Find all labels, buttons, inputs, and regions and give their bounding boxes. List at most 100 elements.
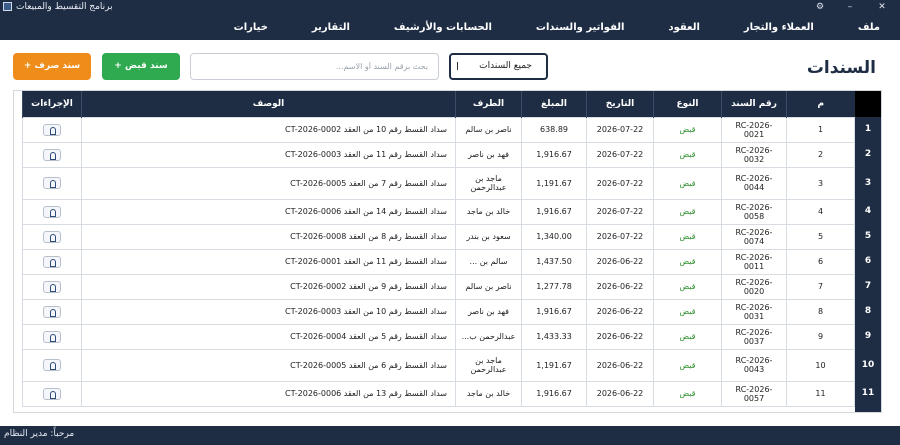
- row-number[interactable]: 9: [855, 324, 881, 349]
- window-title: برنامج التقسيط والمبيعات: [16, 2, 113, 12]
- minimize-icon[interactable]: –: [835, 0, 865, 14]
- cell-type: قبض: [653, 223, 722, 250]
- row-number[interactable]: 6: [855, 249, 881, 274]
- text-caret: [457, 62, 458, 70]
- cell-description: سداد القسط رقم 9 من العقد CT-2026-0002: [81, 273, 456, 300]
- print-icon[interactable]: [43, 255, 61, 268]
- menu-contracts[interactable]: العقود: [668, 22, 699, 33]
- menu-file[interactable]: ملف: [858, 22, 880, 33]
- cell-date: 2026-06-22: [586, 380, 654, 407]
- voucher-filter-select[interactable]: جميع السندات: [449, 53, 548, 80]
- cell-date: 2026-06-22: [586, 273, 654, 300]
- cell-voucher-no: RC-2026-0058: [721, 198, 787, 225]
- row-number[interactable]: 5: [855, 224, 881, 249]
- print-icon[interactable]: [43, 177, 61, 189]
- print-icon[interactable]: [43, 205, 61, 218]
- cell-type: قبض: [653, 380, 722, 407]
- cell-voucher-no: RC-2026-0074: [721, 223, 787, 250]
- cell-amount: 1,340.00: [521, 223, 587, 250]
- add-payment-button[interactable]: سند صرف +: [13, 53, 91, 80]
- menu-reports[interactable]: التقارير: [312, 22, 350, 33]
- cell-description: سداد القسط رقم 7 من العقد CT-2026-0005: [81, 166, 456, 200]
- cell-actions: [22, 223, 82, 250]
- cell-date: 2026-07-22: [586, 223, 654, 250]
- table-row[interactable]: 5 RC-2026-0074 قبض 2026-07-22 1,340.00 سعود ب…: [22, 223, 855, 250]
- col-description[interactable]: الوصف: [81, 91, 456, 117]
- print-icon[interactable]: [43, 305, 61, 318]
- cell-actions: [22, 323, 82, 350]
- table-header: م رقم السند النوع التاريخ المبلغ الطرف ا…: [22, 91, 855, 117]
- print-icon[interactable]: [43, 230, 61, 243]
- menu-options[interactable]: خيارات: [234, 22, 268, 33]
- cell-type: قبض: [653, 141, 722, 168]
- col-amount[interactable]: المبلغ: [521, 91, 587, 117]
- table-row[interactable]: 11 RC-2026-0057 قبض 2026-06-22 1,916.67 خالد …: [22, 380, 855, 407]
- cell-description: سداد القسط رقم 11 من العقد CT-2026-0003: [81, 141, 456, 168]
- row-number[interactable]: 3: [855, 167, 881, 199]
- row-number[interactable]: 8: [855, 299, 881, 324]
- status-bar: مرحباً: مدير النظام: [0, 426, 900, 445]
- row-number[interactable]: 11: [855, 381, 881, 406]
- cell-date: 2026-07-22: [586, 166, 654, 200]
- cell-description: سداد القسط رقم 6 من العقد CT-2026-0005: [81, 348, 456, 382]
- col-type[interactable]: النوع: [653, 91, 722, 117]
- row-number[interactable]: 4: [855, 199, 881, 224]
- row-number[interactable]: 10: [855, 349, 881, 381]
- cell-index: 1: [786, 116, 855, 143]
- cell-amount: 1,916.67: [521, 198, 587, 225]
- menu-customers[interactable]: العملاء والتجار: [744, 22, 814, 33]
- print-icon[interactable]: [43, 387, 61, 400]
- filter-value: جميع السندات: [479, 61, 532, 71]
- col-index[interactable]: م: [786, 91, 855, 117]
- table-row[interactable]: 7 RC-2026-0020 قبض 2026-06-22 1,277.78 ناصر ب…: [22, 273, 855, 300]
- col-voucher-no[interactable]: رقم السند: [721, 91, 787, 117]
- cell-index: 11: [786, 380, 855, 407]
- page-title: السندات: [806, 58, 876, 78]
- cell-description: سداد القسط رقم 11 من العقد CT-2026-0001: [81, 248, 456, 275]
- table-row[interactable]: 2 RC-2026-0032 قبض 2026-07-22 1,916.67 فهد بن…: [22, 141, 855, 168]
- row-number[interactable]: 7: [855, 274, 881, 299]
- cell-index: 6: [786, 248, 855, 275]
- table-row[interactable]: 1 RC-2026-0021 قبض 2026-07-22 638.89 ناصر بن …: [22, 116, 855, 143]
- table-row[interactable]: 10 RC-2026-0043 قبض 2026-06-22 1,191.67 ماجد …: [22, 348, 855, 382]
- cell-description: سداد القسط رقم 10 من العقد CT-2026-0002: [81, 116, 456, 143]
- cell-date: 2026-07-22: [586, 141, 654, 168]
- cell-amount: 1,433.33: [521, 323, 587, 350]
- cell-amount: 1,191.67: [521, 348, 587, 382]
- table-row[interactable]: 6 RC-2026-0011 قبض 2026-06-22 1,437.50 سالم ب…: [22, 248, 855, 275]
- print-icon[interactable]: [43, 359, 61, 371]
- menu-invoices[interactable]: الفواتير والسندات: [536, 22, 625, 33]
- table-row[interactable]: 4 RC-2026-0058 قبض 2026-07-22 1,916.67 خالد ب…: [22, 198, 855, 225]
- cell-date: 2026-06-22: [586, 248, 654, 275]
- cell-amount: 1,191.67: [521, 166, 587, 200]
- table-row[interactable]: 9 RC-2026-0037 قبض 2026-06-22 1,433.33 عبدالر…: [22, 323, 855, 350]
- settings-icon[interactable]: ⚙: [805, 0, 835, 14]
- cell-type: قبض: [653, 348, 722, 382]
- cell-amount: 1,437.50: [521, 248, 587, 275]
- menu-accounts[interactable]: الحسابات والأرشيف: [394, 22, 492, 33]
- search-input[interactable]: [190, 53, 439, 80]
- col-date[interactable]: التاريخ: [586, 91, 654, 117]
- cell-actions: [22, 141, 82, 168]
- cell-party: فهد بن ناصر: [455, 141, 522, 168]
- row-number[interactable]: 1: [855, 117, 881, 142]
- print-icon[interactable]: [43, 280, 61, 293]
- cell-actions: [22, 380, 82, 407]
- table-row[interactable]: 8 RC-2026-0031 قبض 2026-06-22 1,916.67 فهد بن…: [22, 298, 855, 325]
- close-icon[interactable]: ✕: [867, 0, 897, 14]
- cell-type: قبض: [653, 248, 722, 275]
- cell-party: سالم بن ...: [455, 248, 522, 275]
- cell-party: خالد بن ماجد: [455, 198, 522, 225]
- add-receipt-button[interactable]: سند قبض +: [102, 53, 180, 80]
- print-icon[interactable]: [43, 123, 61, 136]
- cell-actions: [22, 248, 82, 275]
- row-number[interactable]: 2: [855, 142, 881, 167]
- table-row[interactable]: 3 RC-2026-0044 قبض 2026-07-22 1,191.67 ماجد ب…: [22, 166, 855, 200]
- col-party[interactable]: الطرف: [455, 91, 522, 117]
- cell-index: 8: [786, 298, 855, 325]
- print-icon[interactable]: [43, 148, 61, 161]
- cell-type: قبض: [653, 323, 722, 350]
- print-icon[interactable]: [43, 330, 61, 343]
- cell-party: فهد بن ناصر: [455, 298, 522, 325]
- cell-voucher-no: RC-2026-0043: [721, 348, 787, 382]
